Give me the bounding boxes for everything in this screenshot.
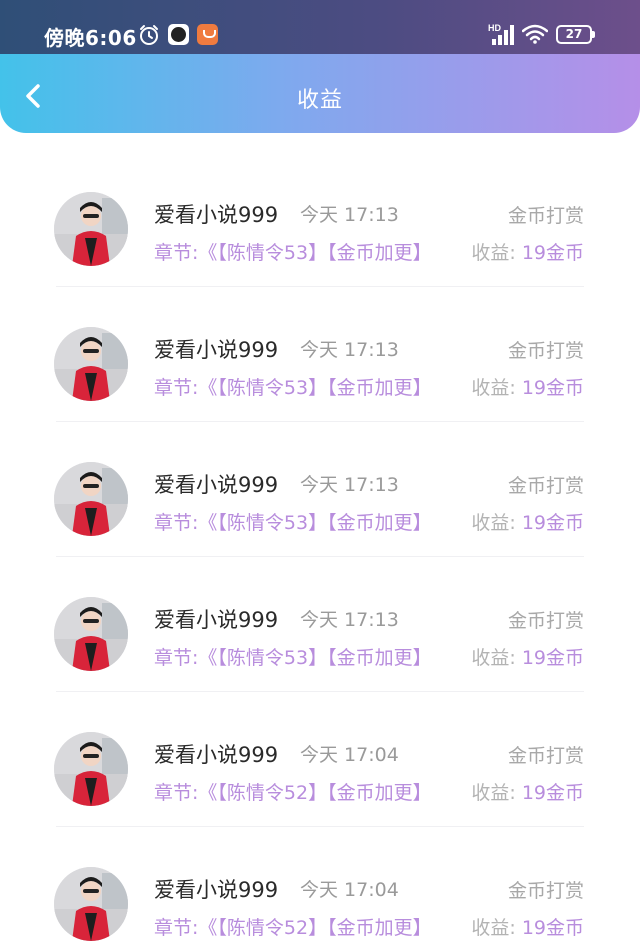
income-label: 收益:: [471, 377, 516, 399]
income-list: 爱看小说999 今天 17:13 金币打赏 章节:《【陈情令53】【金币加更】 …: [0, 152, 640, 942]
avatar-image: [54, 732, 128, 806]
header-bar: 傍晚6:06 HD 27 收益: [0, 0, 640, 133]
income: 收益: 19金币: [471, 508, 584, 535]
user-name: 爱看小说999: [154, 473, 279, 497]
wifi-icon: [522, 24, 548, 44]
timestamp: 今天 17:13: [300, 474, 399, 496]
reward-type: 金币打赏: [507, 610, 584, 632]
chapter-text: 章节:《【陈情令53】【金币加更】: [154, 647, 432, 669]
avatar-image: [54, 462, 128, 536]
income: 收益: 19金币: [471, 913, 584, 940]
income-value: 19金币: [521, 377, 584, 399]
timestamp: 今天 17:13: [300, 609, 399, 631]
user-avatar[interactable]: [54, 867, 128, 941]
avatar-image: [54, 597, 128, 671]
reward-type: 金币打赏: [507, 880, 584, 902]
chapter-text: 章节:《【陈情令53】【金币加更】: [154, 512, 432, 534]
timestamp: 今天 17:04: [300, 879, 399, 901]
income-label: 收益:: [471, 512, 516, 534]
income-label: 收益:: [471, 647, 516, 669]
list-item[interactable]: 爱看小说999 今天 17:13 金币打赏 章节:《【陈情令53】【金币加更】 …: [0, 152, 640, 287]
reward-type: 金币打赏: [507, 475, 584, 497]
income-value: 19金币: [521, 512, 584, 534]
avatar-image: [54, 192, 128, 266]
timestamp: 今天 17:13: [300, 339, 399, 361]
user-avatar[interactable]: [54, 732, 128, 806]
status-bar: 傍晚6:06 HD 27: [0, 0, 640, 54]
income: 收益: 19金币: [471, 778, 584, 805]
user-name: 爱看小说999: [154, 338, 279, 362]
timestamp: 今天 17:04: [300, 744, 399, 766]
list-item[interactable]: 爱看小说999 今天 17:13 金币打赏 章节:《【陈情令53】【金币加更】 …: [0, 287, 640, 422]
battery-level: 27: [565, 27, 583, 41]
user-avatar[interactable]: [54, 462, 128, 536]
app-notification-icon: [168, 24, 189, 45]
signal-icon: HD: [488, 23, 514, 45]
user-name: 爱看小说999: [154, 743, 279, 767]
alarm-clock-icon: [140, 25, 158, 45]
list-item[interactable]: 爱看小说999 今天 17:13 金币打赏 章节:《【陈情令53】【金币加更】 …: [0, 557, 640, 692]
income-value: 19金币: [521, 782, 584, 804]
reward-type: 金币打赏: [507, 745, 584, 767]
shop-app-icon: [197, 24, 218, 45]
list-item[interactable]: 爱看小说999 今天 17:13 金币打赏 章节:《【陈情令53】【金币加更】 …: [0, 422, 640, 557]
user-name: 爱看小说999: [154, 608, 279, 632]
chapter-text: 章节:《【陈情令52】【金币加更】: [154, 782, 432, 804]
battery-icon: 27: [556, 25, 596, 44]
network-label: HD: [488, 23, 501, 33]
income: 收益: 19金币: [471, 643, 584, 670]
page-title: 收益: [296, 88, 343, 113]
avatar-image: [54, 327, 128, 401]
user-avatar[interactable]: [54, 597, 128, 671]
reward-type: 金币打赏: [507, 205, 584, 227]
chapter-text: 章节:《【陈情令53】【金币加更】: [154, 242, 432, 264]
income-label: 收益:: [471, 917, 516, 939]
income-label: 收益:: [471, 782, 516, 804]
income-value: 19金币: [521, 917, 584, 939]
timestamp: 今天 17:13: [300, 204, 399, 226]
user-avatar[interactable]: [54, 327, 128, 401]
list-item[interactable]: 爱看小说999 今天 17:04 金币打赏 章节:《【陈情令52】【金币加更】 …: [0, 827, 640, 942]
reward-type: 金币打赏: [507, 340, 584, 362]
income-label: 收益:: [471, 242, 516, 264]
list-item[interactable]: 爱看小说999 今天 17:04 金币打赏 章节:《【陈情令52】【金币加更】 …: [0, 692, 640, 827]
user-name: 爱看小说999: [154, 878, 279, 902]
user-avatar[interactable]: [54, 192, 128, 266]
income: 收益: 19金币: [471, 238, 584, 265]
income: 收益: 19金币: [471, 373, 584, 400]
income-value: 19金币: [521, 242, 584, 264]
chapter-text: 章节:《【陈情令52】【金币加更】: [154, 917, 432, 939]
chapter-text: 章节:《【陈情令53】【金币加更】: [154, 377, 432, 399]
status-time: 傍晚6:06: [44, 26, 137, 50]
income-value: 19金币: [521, 647, 584, 669]
user-name: 爱看小说999: [154, 203, 279, 227]
avatar-image: [54, 867, 128, 941]
